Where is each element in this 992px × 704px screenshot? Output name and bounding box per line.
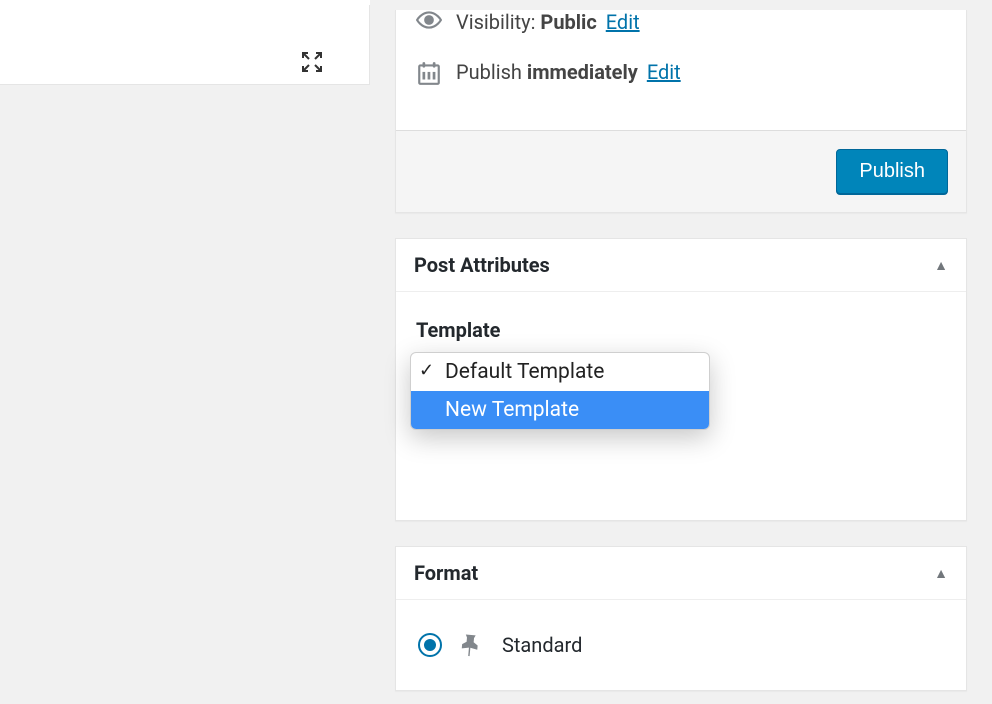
collapse-icon: ▲ [934,565,948,582]
eye-icon [416,10,442,30]
collapse-icon: ▲ [934,257,948,274]
schedule-row: Publish immediately Edit [416,60,948,86]
format-standard-row: Standard [418,630,948,660]
editor-area [0,0,370,704]
publish-button[interactable]: Publish [836,149,948,194]
visibility-text: Visibility: Public Edit [456,10,640,34]
schedule-text: Publish immediately Edit [456,60,681,84]
visibility-row: Visibility: Public Edit [416,10,948,34]
template-option-default[interactable]: ✓ Default Template [411,353,709,391]
pin-icon [453,626,491,664]
edit-visibility-link[interactable]: Edit [606,10,640,34]
fullscreen-icon[interactable] [300,50,324,74]
template-label: Template [416,318,948,342]
template-option-new[interactable]: New Template [411,391,709,429]
format-metabox: Format ▲ Standard [395,546,967,691]
post-attributes-header[interactable]: Post Attributes ▲ [396,239,966,292]
format-title: Format [414,561,478,585]
format-standard-label: Standard [502,633,582,657]
publish-metabox: Visibility: Public Edit Publis [395,10,967,213]
edit-schedule-link[interactable]: Edit [647,60,681,84]
template-dropdown[interactable]: ✓ Default Template New Template [410,352,710,430]
check-icon: ✓ [419,360,434,381]
calendar-icon [416,60,442,86]
post-attributes-metabox: Post Attributes ▲ Template ✓ Default Tem… [395,238,967,521]
format-header[interactable]: Format ▲ [396,547,966,600]
publish-actions: Publish [396,130,966,212]
format-standard-radio[interactable] [418,633,442,657]
post-attributes-title: Post Attributes [414,253,550,277]
sidebar: Visibility: Public Edit Publis [370,0,992,704]
